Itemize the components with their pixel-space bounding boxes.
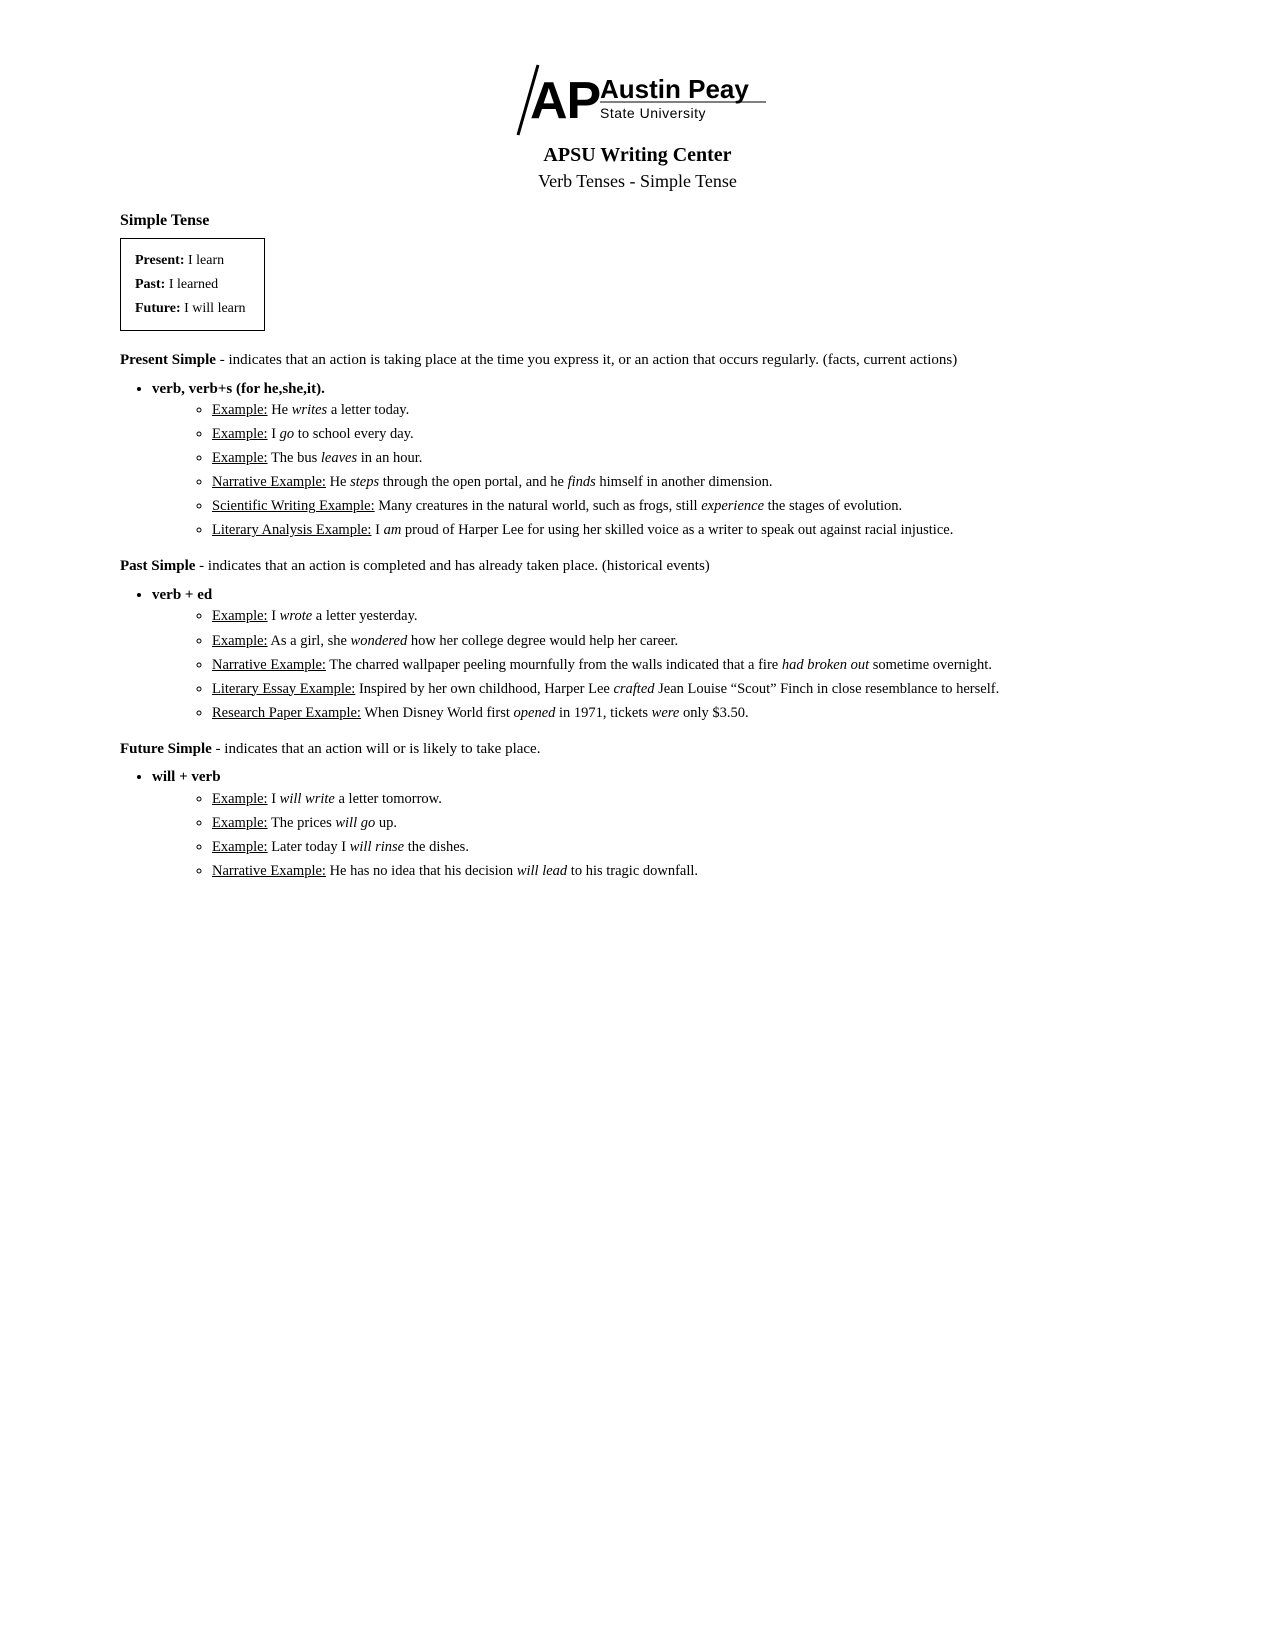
present-simple-section: Present Simple - indicates that an actio… xyxy=(120,349,1155,541)
tense-example-box: Present: I learn Past: I learned Future:… xyxy=(120,238,265,331)
future-tense-line: Future: I will learn xyxy=(135,297,246,321)
narrative-example-label: Narrative Example: xyxy=(212,657,326,673)
university-logo: AP Austin Peay State University xyxy=(120,60,1155,140)
example-label: Example: xyxy=(212,815,268,831)
past-bullet-item: verb + ed Example: I wrote a letter yest… xyxy=(152,584,1155,724)
present-value: I learn xyxy=(188,253,224,268)
list-item: Literary Analysis Example: I am proud of… xyxy=(212,520,1155,541)
future-examples-list: Example: I will write a letter tomorrow.… xyxy=(212,789,1155,882)
present-simple-heading: Present Simple xyxy=(120,352,216,368)
list-item: Example: I go to school every day. xyxy=(212,424,1155,445)
future-value: I will learn xyxy=(184,301,245,316)
narrative-example-label: Narrative Example: xyxy=(212,474,326,490)
literary-example-label: Literary Analysis Example: xyxy=(212,522,371,538)
example-label: Example: xyxy=(212,791,268,807)
svg-text:Austin Peay: Austin Peay xyxy=(600,74,749,104)
page-title: APSU Writing Center xyxy=(120,144,1155,167)
list-item: Example: The prices will go up. xyxy=(212,813,1155,834)
research-paper-label: Research Paper Example: xyxy=(212,705,361,721)
page-header: AP Austin Peay State University APSU Wri… xyxy=(120,60,1155,192)
logo-svg: AP Austin Peay State University xyxy=(508,60,768,140)
list-item: Example: Later today I will rinse the di… xyxy=(212,837,1155,858)
future-bullet-text: will + verb xyxy=(152,769,221,785)
past-tense-line: Past: I learned xyxy=(135,273,246,297)
future-simple-desc: - indicates that an action will or is li… xyxy=(212,741,541,757)
list-item: Narrative Example: He has no idea that h… xyxy=(212,861,1155,882)
future-label: Future: xyxy=(135,301,181,316)
list-item: Literary Essay Example: Inspired by her … xyxy=(212,679,1155,700)
example-label: Example: xyxy=(212,633,268,649)
future-bullet-list: will + verb Example: I will write a lett… xyxy=(152,766,1155,882)
future-simple-intro: Future Simple - indicates that an action… xyxy=(120,738,1155,761)
example-label: Example: xyxy=(212,402,268,418)
list-item: Example: I will write a letter tomorrow. xyxy=(212,789,1155,810)
list-item: Example: As a girl, she wondered how her… xyxy=(212,631,1155,652)
past-value: I learned xyxy=(169,277,218,292)
past-simple-section: Past Simple - indicates that an action i… xyxy=(120,555,1155,723)
svg-text:State University: State University xyxy=(600,105,706,121)
past-simple-intro: Past Simple - indicates that an action i… xyxy=(120,555,1155,578)
present-simple-intro: Present Simple - indicates that an actio… xyxy=(120,349,1155,372)
present-label: Present: xyxy=(135,253,185,268)
future-simple-section: Future Simple - indicates that an action… xyxy=(120,738,1155,882)
past-simple-desc: - indicates that an action is completed … xyxy=(195,558,709,574)
past-bullet-list: verb + ed Example: I wrote a letter yest… xyxy=(152,584,1155,724)
list-item: Example: He writes a letter today. xyxy=(212,400,1155,421)
present-bullet-list: verb, verb+s (for he,she,it). Example: H… xyxy=(152,378,1155,542)
past-label: Past: xyxy=(135,277,165,292)
present-examples-list: Example: He writes a letter today. Examp… xyxy=(212,400,1155,541)
narrative-example-label: Narrative Example: xyxy=(212,863,326,879)
present-bullet-text: verb, verb+s (for he,she,it). xyxy=(152,381,325,397)
list-item: Narrative Example: The charred wallpaper… xyxy=(212,655,1155,676)
page-subtitle: Verb Tenses - Simple Tense xyxy=(120,171,1155,192)
list-item: Example: I wrote a letter yesterday. xyxy=(212,606,1155,627)
example-label: Example: xyxy=(212,426,268,442)
simple-tense-heading: Simple Tense xyxy=(120,212,1155,230)
list-item: Example: The bus leaves in an hour. xyxy=(212,448,1155,469)
future-simple-heading: Future Simple xyxy=(120,741,212,757)
present-tense-line: Present: I learn xyxy=(135,249,246,273)
past-bullet-text: verb + ed xyxy=(152,587,212,603)
scientific-example-label: Scientific Writing Example: xyxy=(212,498,375,514)
example-label: Example: xyxy=(212,839,268,855)
list-item: Scientific Writing Example: Many creatur… xyxy=(212,496,1155,517)
example-label: Example: xyxy=(212,450,268,466)
present-simple-desc: - indicates that an action is taking pla… xyxy=(216,352,957,368)
literary-essay-label: Literary Essay Example: xyxy=(212,681,355,697)
future-bullet-item: will + verb Example: I will write a lett… xyxy=(152,766,1155,882)
past-examples-list: Example: I wrote a letter yesterday. Exa… xyxy=(212,606,1155,723)
list-item: Narrative Example: He steps through the … xyxy=(212,472,1155,493)
svg-text:AP: AP xyxy=(530,72,600,130)
past-simple-heading: Past Simple xyxy=(120,558,195,574)
list-item: Research Paper Example: When Disney Worl… xyxy=(212,703,1155,724)
example-label: Example: xyxy=(212,608,268,624)
present-bullet-item: verb, verb+s (for he,she,it). Example: H… xyxy=(152,378,1155,542)
